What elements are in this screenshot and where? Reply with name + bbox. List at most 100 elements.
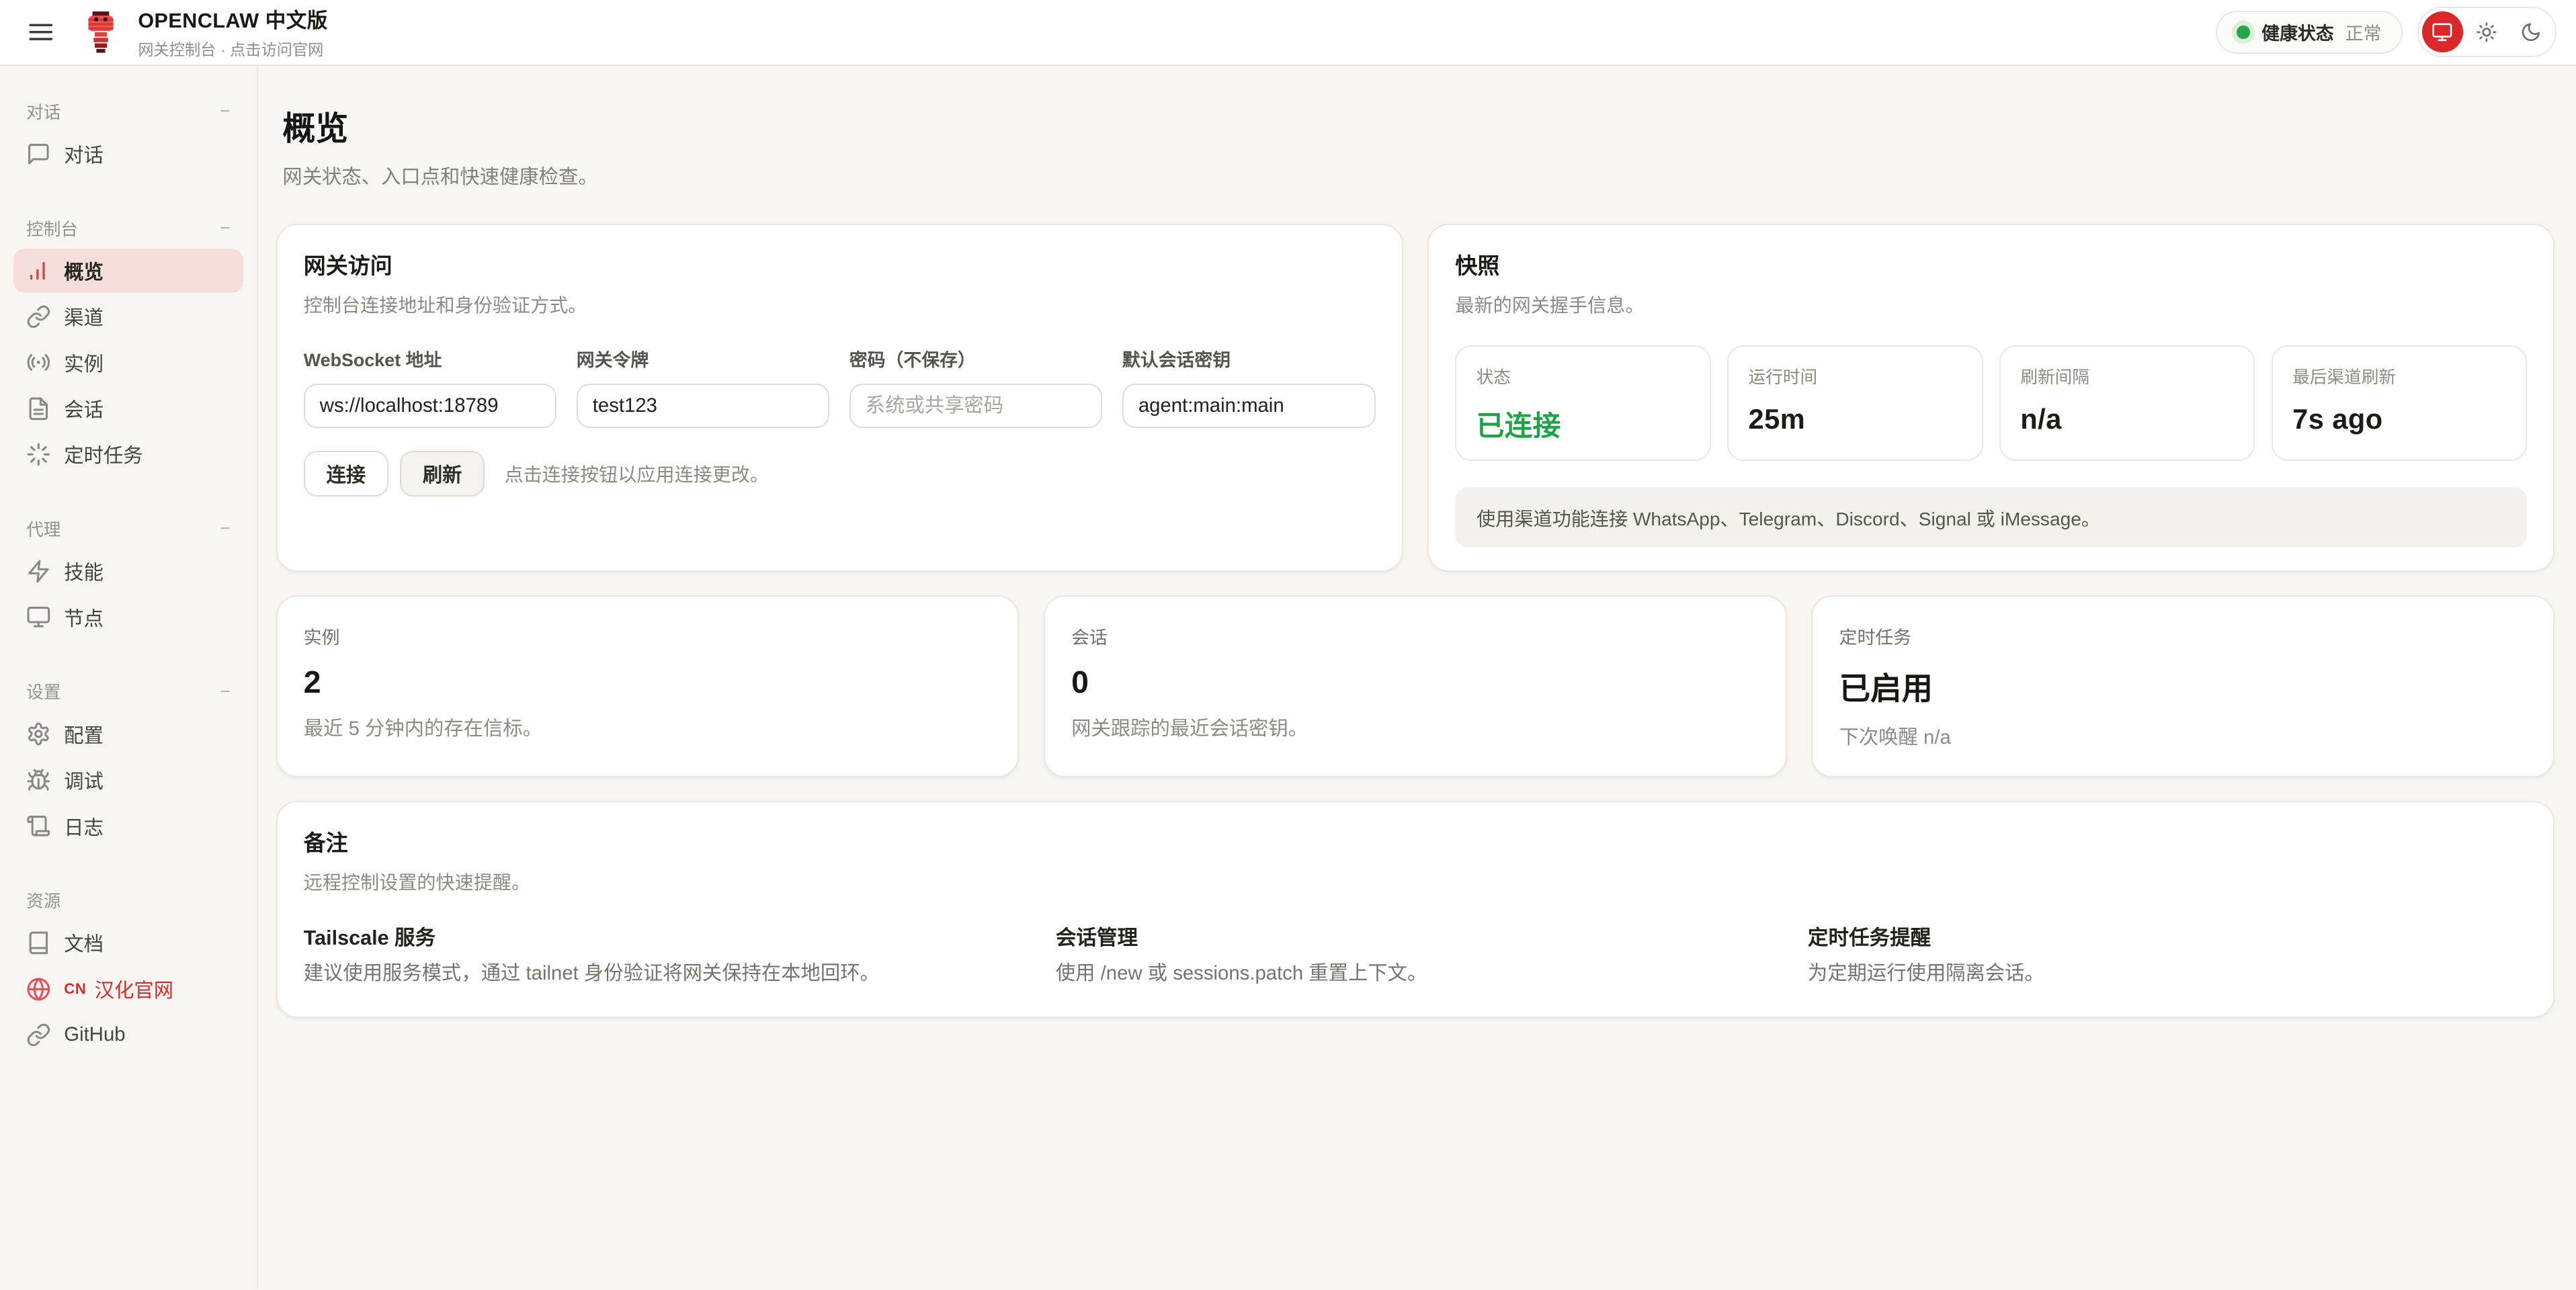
instances-card: 实例 2 最近 5 分钟内的存在信标。: [276, 595, 1020, 778]
websocket-input[interactable]: [304, 384, 557, 428]
collapse-icon[interactable]: −: [220, 102, 231, 120]
notes-card-title: 备注: [304, 825, 2527, 857]
sidebar-item-nodes[interactable]: 节点: [13, 595, 244, 640]
collapse-icon[interactable]: −: [220, 683, 231, 701]
snapshot-card-subtitle: 最新的网关握手信息。: [1455, 290, 2527, 318]
notes-card: 备注 远程控制设置的快速提醒。 Tailscale 服务 建议使用服务模式，通过…: [276, 801, 2555, 1018]
globe-icon: [26, 977, 51, 1002]
connect-button[interactable]: 连接: [304, 451, 388, 497]
sidebar-group-settings: 设置 −: [26, 679, 231, 703]
token-label: 网关令牌: [577, 345, 830, 372]
sidebar-group-chat: 对话 −: [26, 99, 231, 124]
health-value: 正常: [2345, 19, 2382, 45]
sidebar-item-config[interactable]: 配置: [13, 712, 244, 757]
note-text: 建议使用服务模式，通过 tailnet 身份验证将网关保持在本地回环。: [304, 960, 1023, 987]
top-header: OPENCLAW 中文版 网关控制台 · 点击访问官网 健康状态 正常: [0, 0, 2576, 66]
gateway-access-card: 网关访问 控制台连接地址和身份验证方式。 WebSocket 地址 网关令牌 密…: [276, 224, 1403, 572]
theme-light-button[interactable]: [2466, 11, 2507, 52]
instances-label: 实例: [304, 623, 992, 649]
zap-icon: [26, 559, 51, 584]
session-key-field-group: 默认会话密钥: [1122, 345, 1376, 427]
health-status-badge: 健康状态 正常: [2216, 11, 2403, 54]
refresh-button[interactable]: 刷新: [400, 451, 485, 497]
sidebar-item-instances[interactable]: 实例: [13, 341, 244, 385]
snapshot-card: 快照 最新的网关握手信息。 状态 已连接 运行时间 25m 刷新间隔 n/a: [1427, 224, 2554, 572]
sidebar-item-chat[interactable]: 对话: [13, 132, 244, 176]
sidebar-item-skills[interactable]: 技能: [13, 549, 244, 593]
sidebar-group-console: 控制台 −: [26, 216, 231, 241]
instances-value: 2: [304, 664, 992, 700]
note-title: 会话管理: [1056, 921, 1775, 951]
sidebar-item-logs[interactable]: 日志: [13, 804, 244, 849]
sidebar-item-channels[interactable]: 渠道: [13, 294, 244, 339]
page-title: 概览: [282, 102, 2554, 150]
sidebar-item-label: 会话: [64, 394, 103, 423]
cron-description: 下次唤醒 n/a: [1839, 722, 2528, 750]
collapse-icon[interactable]: −: [220, 219, 231, 237]
refresh-interval-tile: 刷新间隔 n/a: [1999, 345, 2255, 461]
refresh-interval-value: n/a: [2020, 403, 2234, 435]
instances-description: 最近 5 分钟内的存在信标。: [304, 713, 992, 741]
file-text-icon: [26, 396, 51, 421]
last-channel-refresh-label: 最后渠道刷新: [2292, 363, 2506, 388]
sidebar-item-cron[interactable]: 定时任务: [13, 432, 244, 476]
sidebar-item-sessions[interactable]: 会话: [13, 386, 244, 431]
collapse-icon[interactable]: −: [220, 519, 231, 538]
websocket-field-group: WebSocket 地址: [304, 345, 557, 427]
session-key-input[interactable]: [1122, 384, 1376, 428]
note-text: 使用 /new 或 sessions.patch 重置上下文。: [1056, 960, 1775, 987]
sidebar-item-label: 技能: [64, 557, 103, 585]
brand-link[interactable]: OPENCLAW 中文版 网关控制台 · 点击访问官网: [79, 4, 328, 60]
cron-value: 已启用: [1839, 664, 2528, 709]
password-input[interactable]: [849, 384, 1103, 428]
status-tile-value: 已连接: [1477, 403, 1690, 443]
moon-icon: [2520, 22, 2542, 43]
theme-dark-button[interactable]: [2511, 11, 2552, 52]
cn-badge: CN: [64, 980, 86, 998]
brand-text: OPENCLAW 中文版 网关控制台 · 点击访问官网: [138, 4, 328, 60]
note-tailscale: Tailscale 服务 建议使用服务模式，通过 tailnet 身份验证将网关…: [304, 921, 1023, 987]
book-icon: [26, 931, 51, 955]
sessions-value: 0: [1071, 664, 1759, 700]
group-label-text: 控制台: [26, 216, 78, 241]
status-tile-label: 状态: [1477, 363, 1690, 388]
main-content: 概览 网关状态、入口点和快速健康检查。 网关访问 控制台连接地址和身份验证方式。…: [258, 66, 2576, 1288]
token-input[interactable]: [577, 384, 830, 428]
gateway-card-subtitle: 控制台连接地址和身份验证方式。: [304, 290, 1376, 318]
token-field-group: 网关令牌: [577, 345, 830, 427]
snapshot-card-title: 快照: [1455, 248, 2527, 280]
password-label: 密码（不保存）: [849, 345, 1103, 372]
gateway-card-title: 网关访问: [304, 248, 1376, 280]
loader-icon: [26, 442, 51, 467]
sidebar-item-overview[interactable]: 概览: [13, 249, 244, 293]
sidebar-item-label: 渠道: [64, 302, 103, 331]
bar-chart-icon: [26, 258, 51, 283]
sidebar-group-resources: 资源: [26, 888, 231, 912]
sidebar-item-github[interactable]: GitHub: [13, 1013, 244, 1057]
note-title: Tailscale 服务: [304, 921, 1023, 951]
menu-toggle-button[interactable]: [19, 11, 63, 54]
refresh-interval-label: 刷新间隔: [2020, 363, 2234, 388]
sidebar-item-docs[interactable]: 文档: [13, 920, 244, 965]
group-label-text: 设置: [26, 679, 60, 703]
lobster-logo-icon: [79, 10, 123, 54]
group-label-text: 对话: [26, 99, 60, 124]
sidebar: 对话 − 对话 控制台 − 概览 渠道 实例 会话 定时任务: [0, 66, 258, 1288]
last-channel-refresh-tile: 最后渠道刷新 7s ago: [2272, 345, 2527, 461]
note-title: 定时任务提醒: [1808, 921, 2527, 951]
group-label-text: 资源: [26, 888, 60, 912]
sidebar-item-label: 概览: [64, 257, 103, 285]
sidebar-item-label: 调试: [64, 766, 103, 794]
uptime-tile-label: 运行时间: [1749, 363, 1962, 388]
group-label-text: 代理: [26, 516, 60, 541]
theme-system-button[interactable]: [2422, 11, 2463, 52]
channels-hint-banner: 使用渠道功能连接 WhatsApp、Telegram、Discord、Signa…: [1455, 487, 2527, 548]
sidebar-item-label: GitHub: [64, 1023, 125, 1046]
sidebar-item-cn-site[interactable]: CN 汉化官网: [13, 967, 244, 1011]
health-dot-icon: [2237, 26, 2250, 39]
app-title: OPENCLAW 中文版: [138, 4, 328, 34]
uptime-tile-value: 25m: [1749, 403, 1962, 435]
note-session-management: 会话管理 使用 /new 或 sessions.patch 重置上下文。: [1056, 921, 1775, 987]
sidebar-item-debug[interactable]: 调试: [13, 758, 244, 802]
sidebar-item-label: 定时任务: [64, 440, 142, 468]
